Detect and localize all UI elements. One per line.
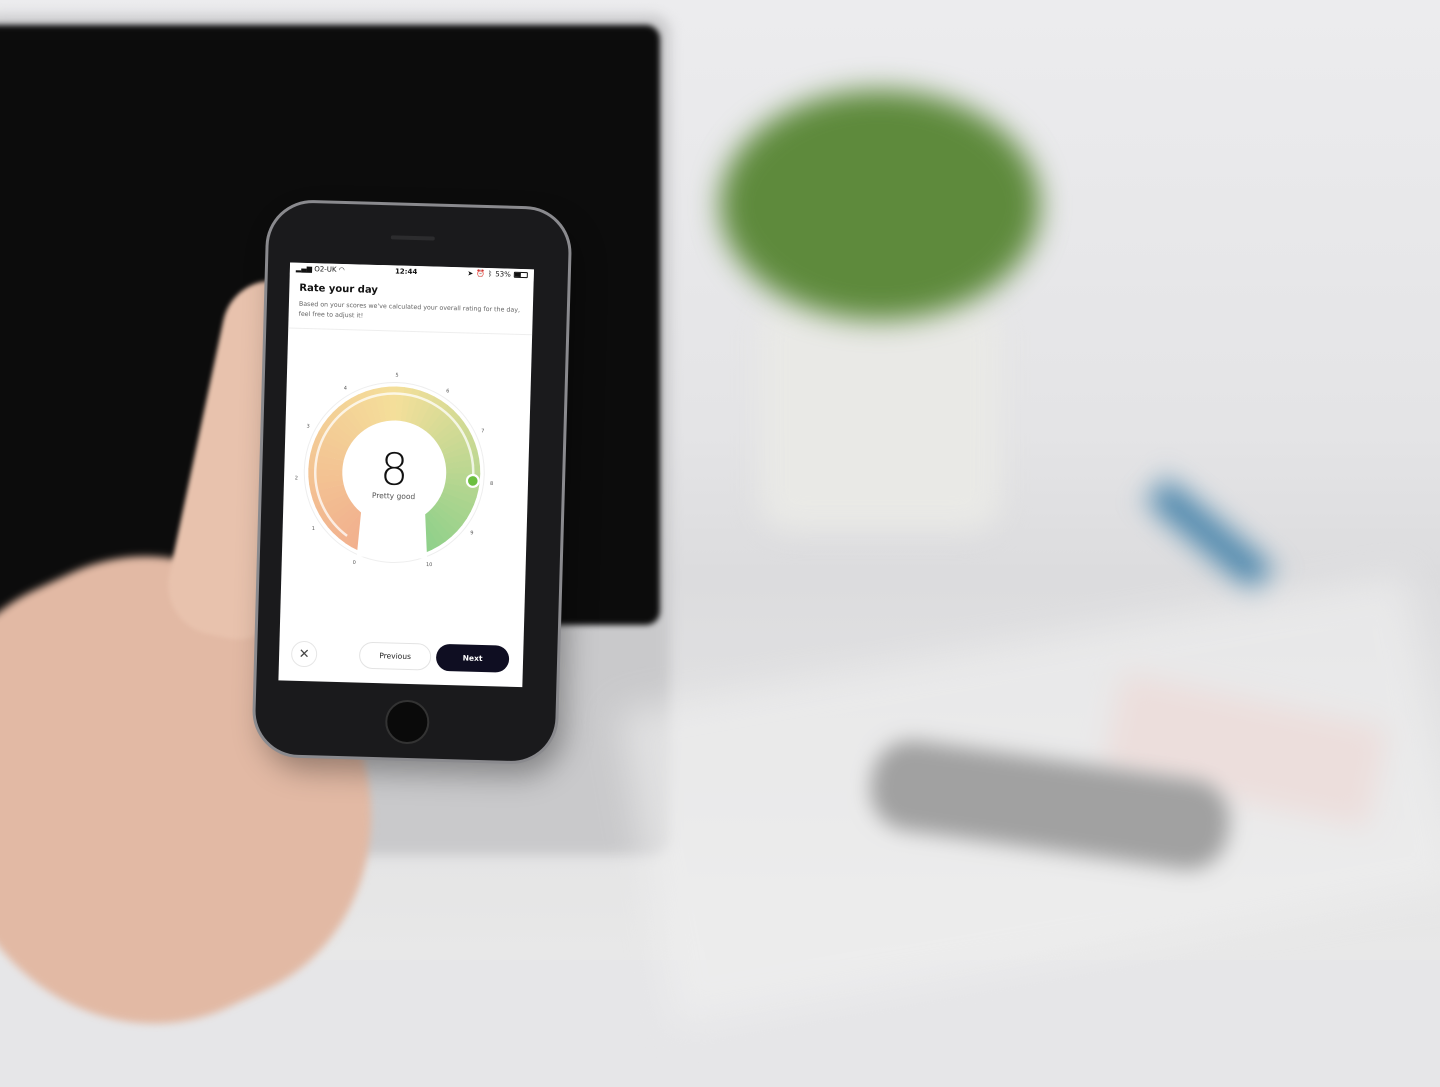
app-screen: ▂▄▆ O2-UK ◠ 12:44 ➤ ⏰ ᛒ 53% Rate your day B… — [278, 262, 534, 688]
tick-label: 7 — [481, 428, 484, 434]
rating-label: Pretty good — [372, 491, 416, 501]
battery-icon — [513, 271, 528, 279]
page-title: Rate your day — [299, 282, 379, 296]
close-icon: ✕ — [298, 646, 310, 662]
tick-label: 3 — [307, 424, 310, 430]
speaker — [390, 235, 435, 241]
tick-label: 9 — [470, 530, 473, 536]
tick-label: 2 — [295, 475, 298, 481]
location-icon: ➤ — [467, 269, 474, 278]
next-button[interactable]: Next — [435, 643, 510, 673]
tick-label: 10 — [426, 562, 433, 568]
tick-label: 6 — [446, 388, 449, 394]
plant-pot — [760, 300, 1000, 530]
close-button[interactable]: ✕ — [290, 640, 318, 668]
phone: ▂▄▆ O2-UK ◠ 12:44 ➤ ⏰ ᛒ 53% Rate your day B… — [254, 201, 570, 763]
home-button[interactable] — [384, 699, 430, 745]
bluetooth-icon: ᛒ — [487, 270, 493, 279]
previous-button[interactable]: Previous — [358, 641, 432, 671]
clock: 12:44 — [394, 267, 418, 277]
tick-label: 8 — [490, 481, 493, 487]
battery-percent: 53% — [495, 270, 511, 279]
wifi-icon: ◠ — [338, 265, 345, 275]
dial-gap — [356, 507, 428, 559]
page-subtitle: Based on your scores we've calculated yo… — [298, 300, 521, 320]
tick-label: 4 — [344, 386, 347, 392]
tick-label: 5 — [395, 372, 398, 378]
alarm-icon: ⏰ — [476, 269, 486, 278]
rating-dial[interactable]: 0123456789108Pretty good — [281, 332, 532, 599]
carrier: ▂▄▆ O2-UK ◠ — [295, 264, 345, 275]
cactus — [720, 90, 1040, 320]
rating-value: 8 — [380, 444, 409, 496]
tick-label: 0 — [353, 560, 356, 566]
tick-label: 1 — [312, 526, 315, 532]
